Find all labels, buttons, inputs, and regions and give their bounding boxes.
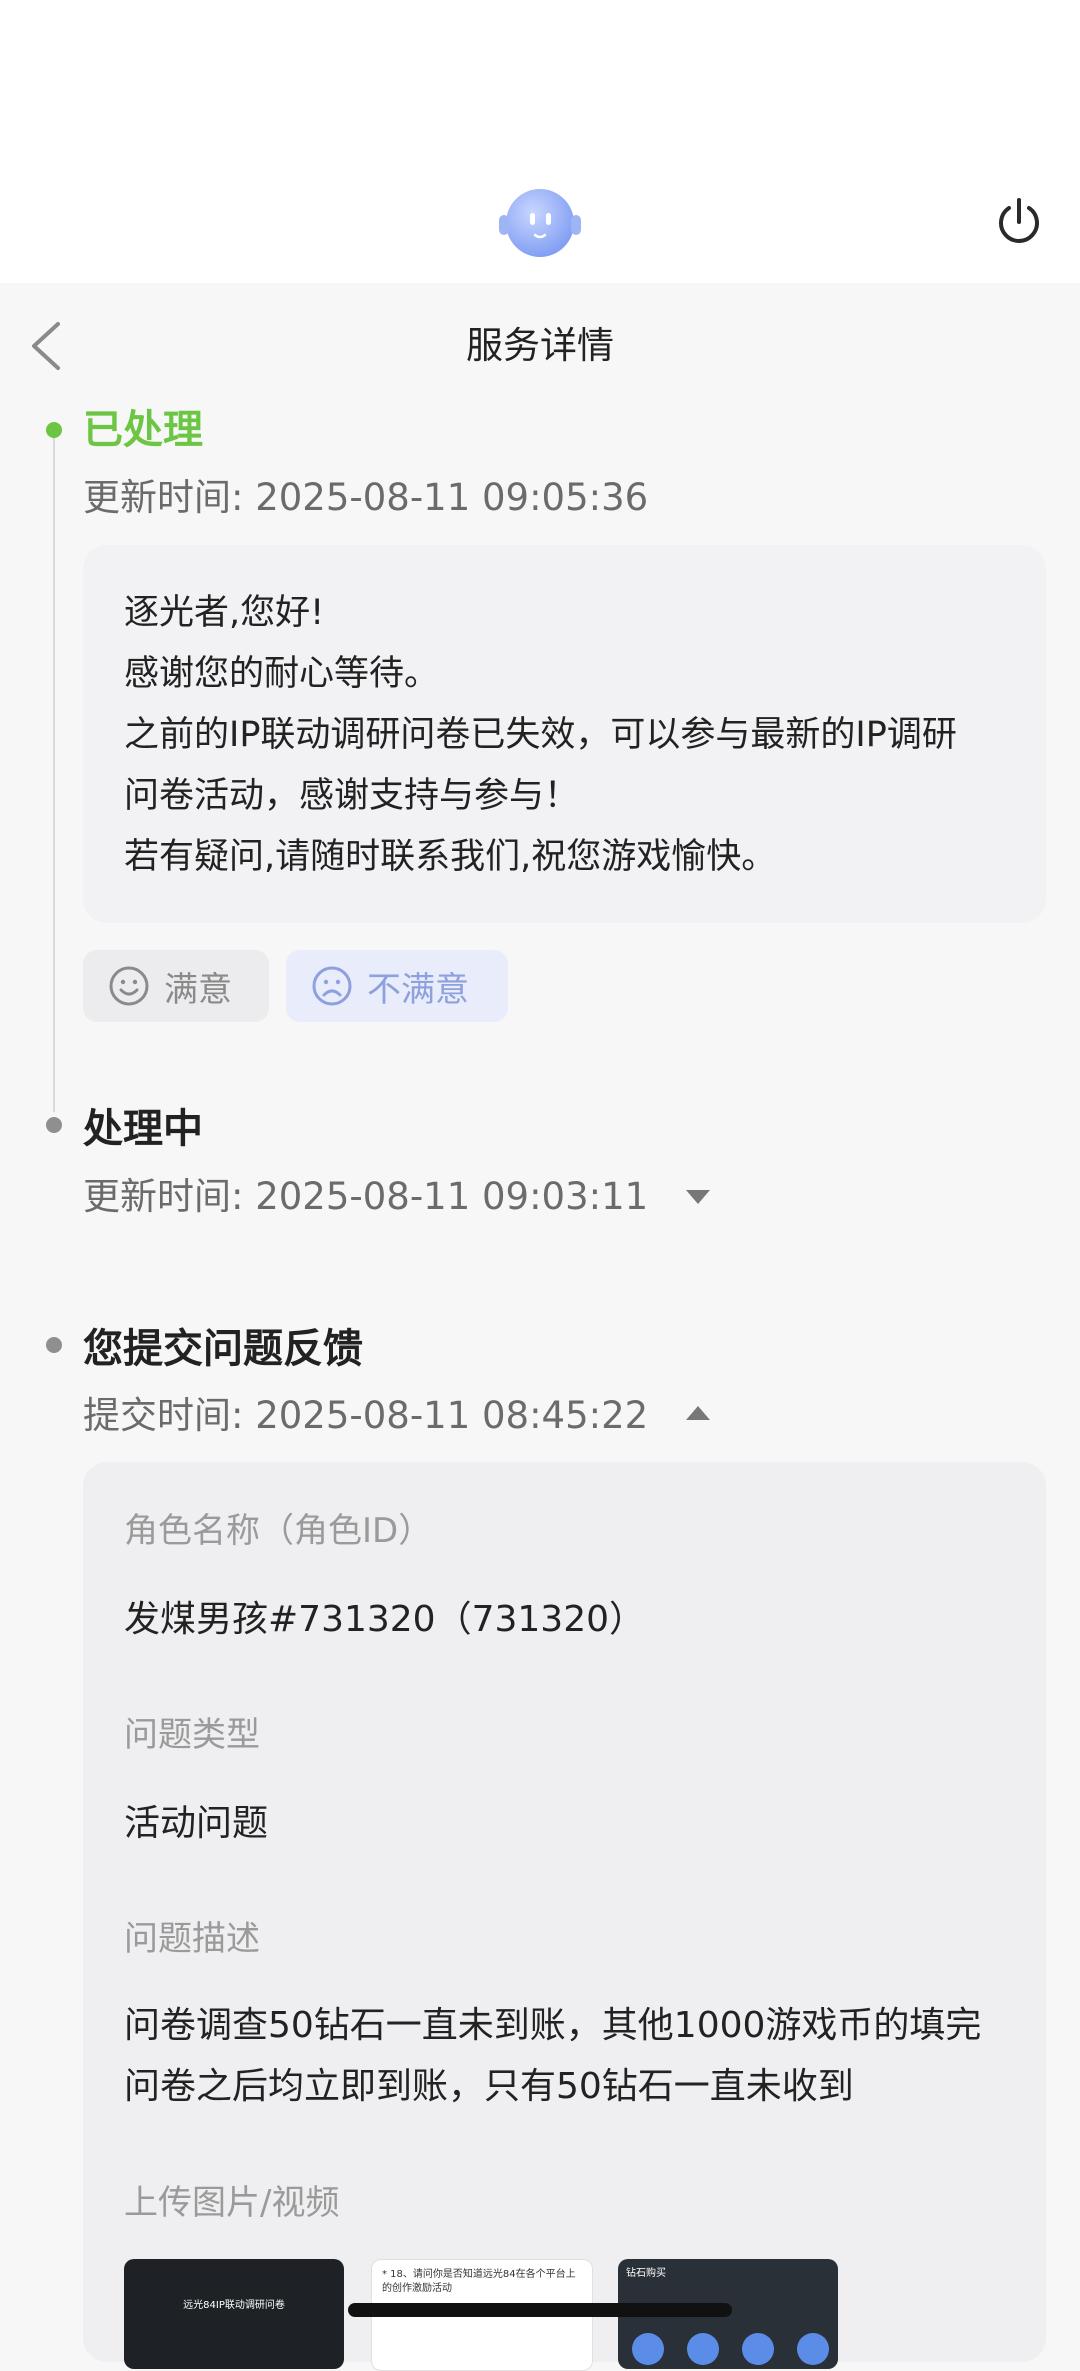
- field-label-description: 问题描述: [124, 1919, 260, 1959]
- frown-icon: [312, 966, 352, 1006]
- feedback-detail-card: 角色名称（角色ID） 发煤男孩#731320（731320） 问题类型 活动问题…: [83, 1462, 1046, 2362]
- page-title: 服务详情: [466, 324, 614, 367]
- field-value-role: 发煤男孩#731320（731320）: [124, 1599, 646, 1640]
- step-title-processing: 处理中: [83, 1106, 203, 1152]
- reply-line: 逐光者,您好!: [124, 593, 325, 633]
- home-indicator[interactable]: [348, 2303, 732, 2317]
- field-label-type: 问题类型: [124, 1715, 260, 1755]
- customer-service-mascot-icon: [499, 189, 581, 257]
- description-line: 问卷调查50钻石一直未到账，其他1000游戏币的填完: [124, 2005, 982, 2046]
- smile-icon: [109, 966, 149, 1006]
- timeline-dot-processed: [46, 422, 62, 438]
- step-time-submitted: 提交时间: 2025-08-11 08:45:22: [83, 1394, 649, 1437]
- timeline-line: [53, 432, 55, 1112]
- app-header: [0, 0, 1080, 283]
- timeline-dot-submitted: [46, 1337, 62, 1353]
- thumbnail-caption: * 18、请问你是否知道远光84在各个平台上的创作激励活动: [382, 2269, 576, 2294]
- unsatisfied-label: 不满意: [367, 969, 469, 1010]
- description-line: 问卷之后均立即到账，只有50钻石一直未收到: [124, 2066, 854, 2107]
- thumbnail-caption: 钻石购买: [626, 2268, 666, 2279]
- reply-line: 问卷活动，感谢支持与参与！: [124, 776, 580, 816]
- field-label-role: 角色名称（角色ID）: [124, 1511, 433, 1551]
- power-icon[interactable]: [993, 196, 1045, 248]
- satisfied-button[interactable]: 满意: [83, 950, 269, 1022]
- expand-caret-icon[interactable]: [686, 1190, 710, 1204]
- reply-line: 若有疑问,请随时联系我们,祝您游戏愉快。: [124, 837, 777, 877]
- step-time-processing: 更新时间: 2025-08-11 09:03:11: [83, 1175, 649, 1218]
- reply-message-card: 逐光者,您好! 感谢您的耐心等待。 之前的IP联动调研问卷已失效，可以参与最新的…: [83, 545, 1046, 923]
- satisfied-label: 满意: [164, 969, 232, 1010]
- step-title-submitted: 您提交问题反馈: [83, 1326, 363, 1372]
- thumbnail-caption: 远光84IP联动调研问卷: [183, 2300, 285, 2311]
- timeline-dot-processing: [46, 1117, 62, 1133]
- reply-line: 感谢您的耐心等待。: [124, 654, 440, 694]
- field-value-type: 活动问题: [124, 1803, 269, 1844]
- uploaded-image-thumbnail[interactable]: 远光84IP联动调研问卷: [124, 2259, 344, 2369]
- step-title-processed: 已处理: [83, 407, 203, 453]
- step-time-processed: 更新时间: 2025-08-11 09:05:36: [83, 476, 649, 519]
- unsatisfied-button[interactable]: 不满意: [286, 950, 508, 1022]
- field-value-description: 问卷调查50钻石一直未到账，其他1000游戏币的填完 问卷之后均立即到账，只有5…: [124, 1995, 1016, 2117]
- field-label-upload: 上传图片/视频: [124, 2183, 340, 2223]
- reply-line: 之前的IP联动调研问卷已失效，可以参与最新的IP调研: [124, 715, 957, 755]
- collapse-caret-icon[interactable]: [686, 1406, 710, 1420]
